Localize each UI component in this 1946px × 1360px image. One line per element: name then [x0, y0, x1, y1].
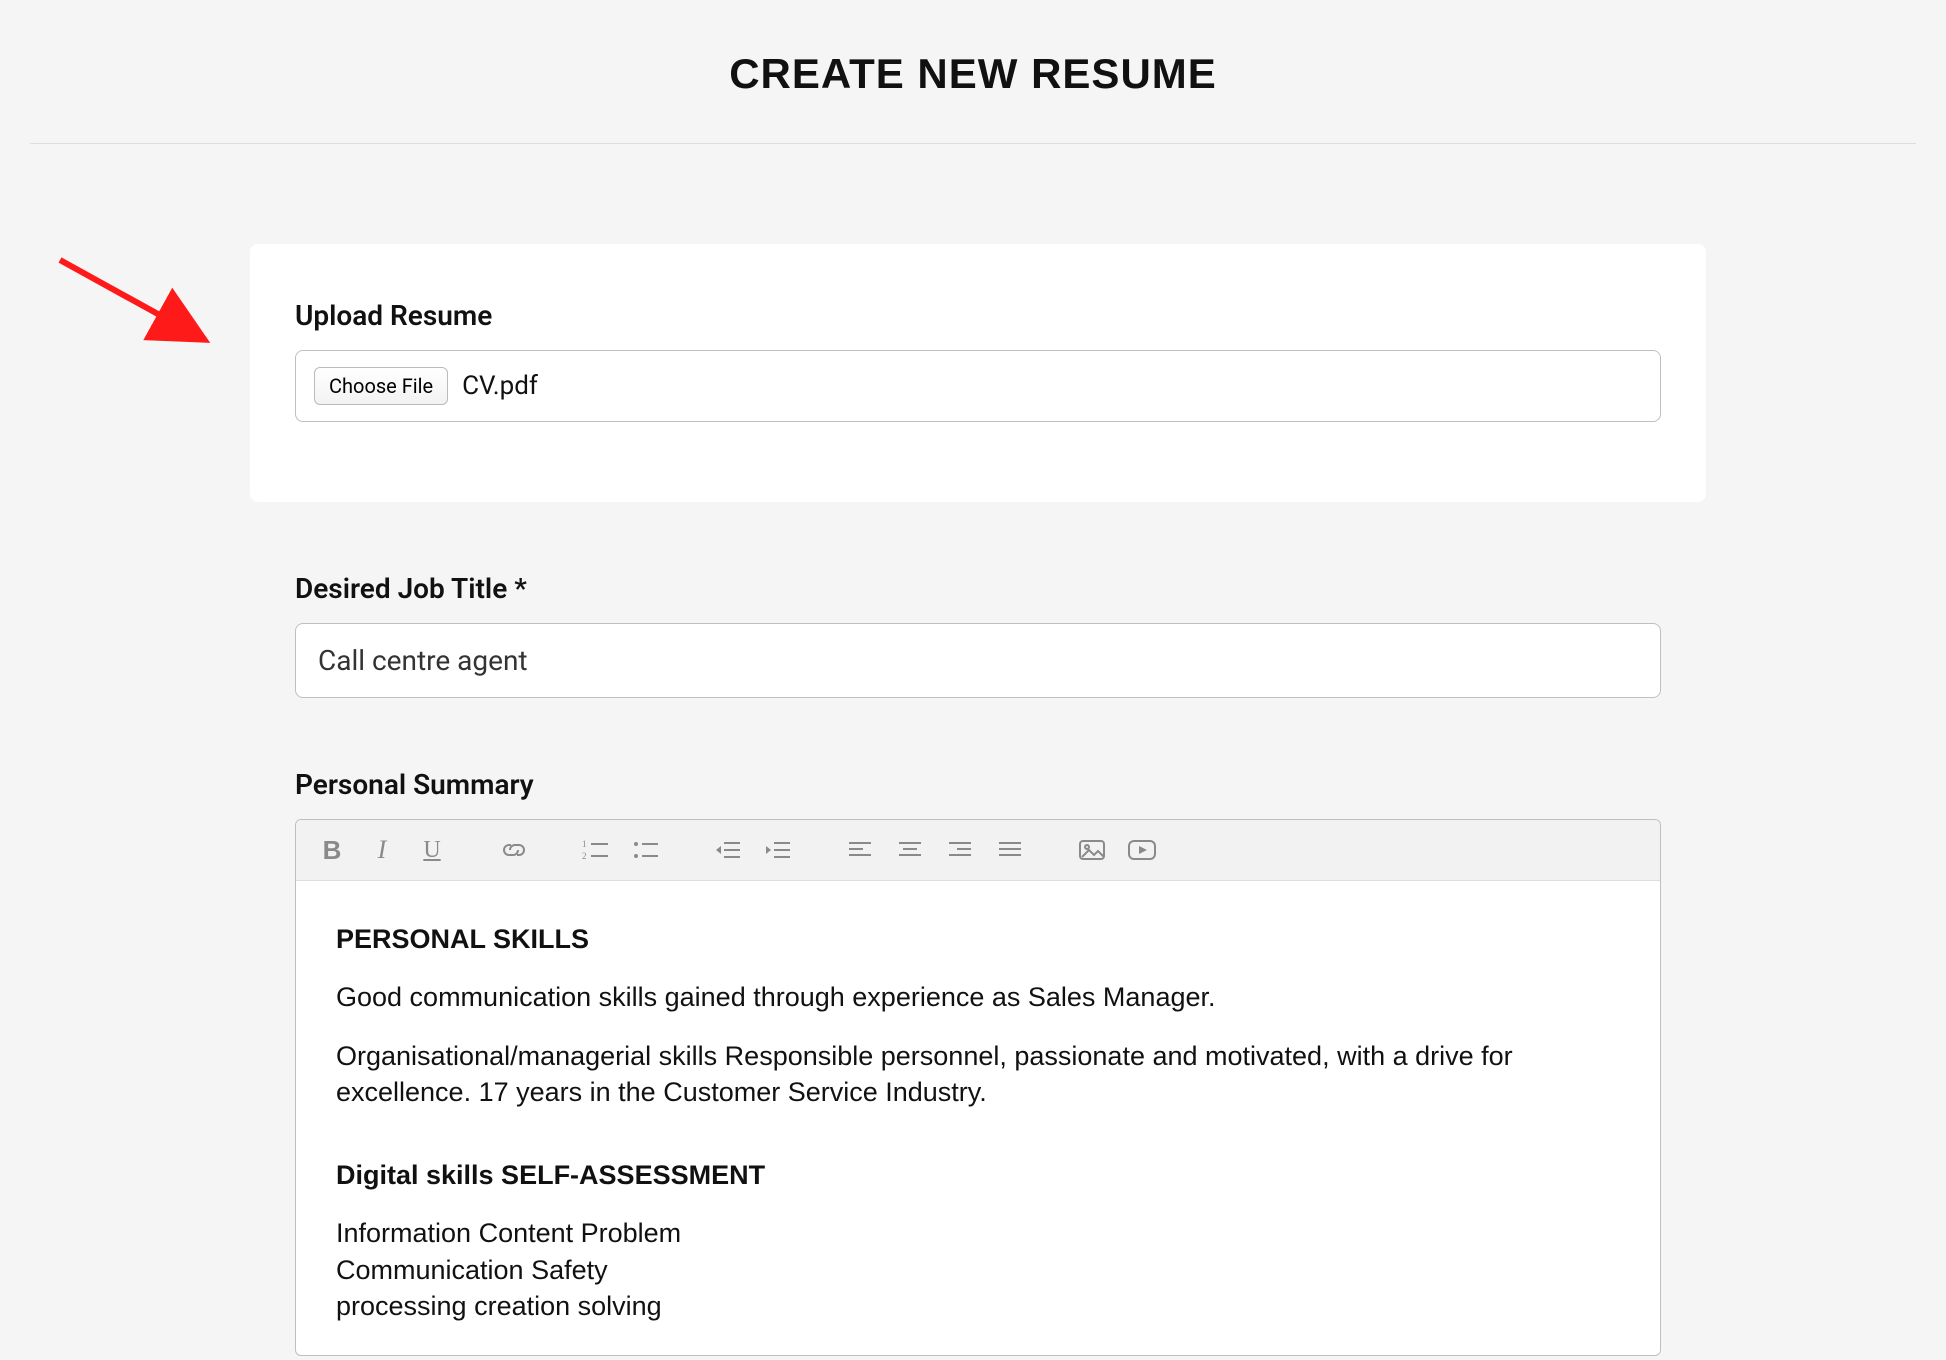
unordered-list-button[interactable] [626, 830, 666, 870]
upload-card: Upload Resume Choose File CV.pdf [250, 244, 1706, 502]
align-left-button[interactable] [840, 830, 880, 870]
align-justify-button[interactable] [990, 830, 1030, 870]
job-title-section: Desired Job Title * [250, 572, 1706, 698]
summary-paragraph-2: Organisational/managerial skills Respons… [336, 1038, 1620, 1111]
italic-button[interactable]: I [362, 830, 402, 870]
editor-content-area[interactable]: PERSONAL SKILLS Good communication skill… [296, 881, 1660, 1355]
align-right-button[interactable] [940, 830, 980, 870]
link-button[interactable] [494, 830, 534, 870]
svg-text:1: 1 [582, 839, 587, 849]
summary-line-1: Information Content Problem [336, 1215, 1620, 1251]
ordered-list-button[interactable]: 12 [576, 830, 616, 870]
page-title: CREATE NEW RESUME [0, 50, 1946, 98]
svg-text:2: 2 [582, 851, 587, 861]
summary-line-2: Communication Safety [336, 1252, 1620, 1288]
summary-heading-2: Digital skills SELF-ASSESSMENT [336, 1157, 1620, 1193]
rich-text-editor: B I U 12 [295, 819, 1661, 1356]
summary-heading-1: PERSONAL SKILLS [336, 921, 1620, 957]
summary-paragraph-1: Good communication skills gained through… [336, 979, 1620, 1015]
selected-file-name: CV.pdf [462, 371, 538, 401]
bold-button[interactable]: B [312, 830, 352, 870]
choose-file-button[interactable]: Choose File [314, 367, 448, 405]
insert-image-button[interactable] [1072, 830, 1112, 870]
job-title-input[interactable] [295, 623, 1661, 698]
file-input-wrapper[interactable]: Choose File CV.pdf [295, 350, 1661, 422]
underline-button[interactable]: U [412, 830, 452, 870]
header-divider [30, 143, 1916, 144]
upload-resume-label: Upload Resume [295, 299, 1661, 332]
align-center-button[interactable] [890, 830, 930, 870]
job-title-label: Desired Job Title * [295, 572, 1661, 605]
indent-button[interactable] [758, 830, 798, 870]
annotation-arrow-icon [50, 240, 230, 380]
outdent-button[interactable] [708, 830, 748, 870]
editor-toolbar: B I U 12 [296, 820, 1660, 881]
personal-summary-label: Personal Summary [295, 768, 1661, 801]
personal-summary-section: Personal Summary B I U 12 [250, 768, 1706, 1356]
summary-line-3: processing creation solving [336, 1288, 1620, 1324]
insert-video-button[interactable] [1122, 830, 1162, 870]
